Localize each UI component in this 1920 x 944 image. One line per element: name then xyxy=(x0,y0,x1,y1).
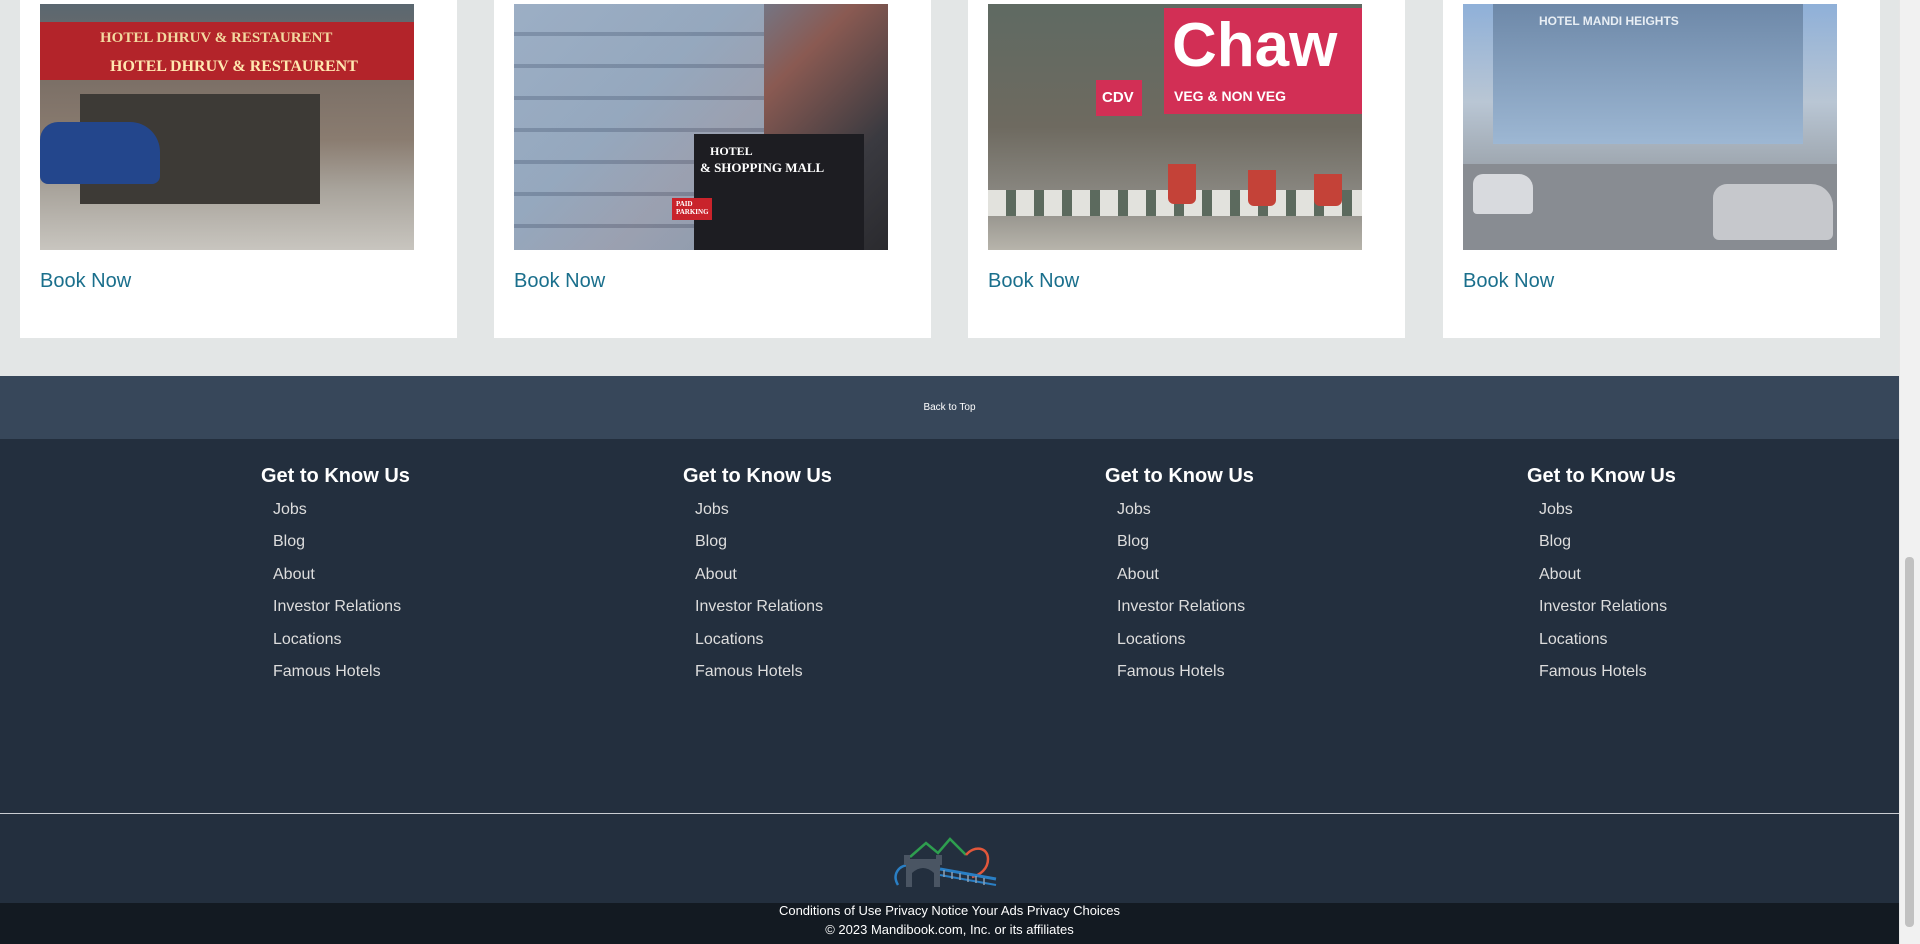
back-to-top-bar[interactable]: Back to Top xyxy=(0,376,1899,439)
footer-column: Get to Know Us Jobs Blog About Investor … xyxy=(261,464,410,688)
restaurant-sign-text: Chaw xyxy=(1172,11,1338,80)
conditions-of-use-link[interactable]: Conditions of Use xyxy=(779,903,882,918)
footer-link-blog[interactable]: Blog xyxy=(1539,526,1676,558)
book-now-link[interactable]: Book Now xyxy=(514,270,605,293)
hotel-sign-text: & SHOPPING MALL xyxy=(700,160,825,175)
footer-column-title: Get to Know Us xyxy=(1527,465,1676,487)
page-scrollbar[interactable] xyxy=(1899,0,1920,944)
footer-column: Get to Know Us Jobs Blog About Investor … xyxy=(1527,464,1676,688)
ads-privacy-choices-link[interactable]: Your Ads Privacy Choices xyxy=(972,903,1120,918)
cdv-sign: CDV xyxy=(1096,80,1142,116)
footer-link-jobs[interactable]: Jobs xyxy=(1539,494,1676,526)
footer-link-locations[interactable]: Locations xyxy=(1539,624,1676,656)
footer-logo-band xyxy=(0,814,1899,903)
footer-link-blog[interactable]: Blog xyxy=(1117,526,1254,558)
footer-column-title: Get to Know Us xyxy=(683,465,832,487)
plant-pot xyxy=(1168,164,1196,204)
hotel-card: Chaw VEG & NON VEG CDV Book Now xyxy=(968,0,1405,338)
hotel-photo[interactable]: HOTEL DHRUV & RESTAURENT HOTEL DHRUV & R… xyxy=(40,4,414,250)
parking-sign: PAID PARKING xyxy=(672,198,712,220)
footer-link-blog[interactable]: Blog xyxy=(695,526,832,558)
parking-sign-text: PAID PARKING xyxy=(676,200,709,216)
footer-link-investor-relations[interactable]: Investor Relations xyxy=(273,591,410,623)
back-to-top-label[interactable]: Back to Top xyxy=(923,402,975,413)
hotel-card: HOTEL & SHOPPING MALL PAID PARKING Book … xyxy=(494,0,931,338)
footer-links-section: Get to Know Us Jobs Blog About Investor … xyxy=(0,439,1899,814)
footer-link-famous-hotels[interactable]: Famous Hotels xyxy=(1117,656,1254,688)
car xyxy=(1473,174,1533,214)
footer-link-locations[interactable]: Locations xyxy=(1117,624,1254,656)
footer-link-investor-relations[interactable]: Investor Relations xyxy=(695,591,832,623)
hotel-photo[interactable]: HOTEL & SHOPPING MALL PAID PARKING xyxy=(514,4,888,250)
restaurant-sign-text: VEG & NON VEG xyxy=(1174,88,1287,104)
footer-column: Get to Know Us Jobs Blog About Investor … xyxy=(1105,464,1254,688)
plant-pot xyxy=(1248,170,1276,206)
footer-column-title: Get to Know Us xyxy=(261,465,410,487)
car xyxy=(1713,184,1833,240)
footer-link-about[interactable]: About xyxy=(273,559,410,591)
footer-link-about[interactable]: About xyxy=(1539,559,1676,591)
footer-link-famous-hotels[interactable]: Famous Hotels xyxy=(695,656,832,688)
legal-links: Conditions of Use Privacy Notice Your Ad… xyxy=(0,903,1899,919)
footer-link-locations[interactable]: Locations xyxy=(695,624,832,656)
hotel-sign-text: HOTEL MANDI HEIGHTS xyxy=(1539,14,1679,28)
hotel-cards-section: HOTEL DHRUV & RESTAURENT HOTEL DHRUV & R… xyxy=(0,0,1899,357)
copyright-text: © 2023 Mandibook.com, Inc. or its affili… xyxy=(825,922,1074,937)
car xyxy=(40,122,160,184)
hotel-sign-text: HOTEL DHRUV & RESTAURENT xyxy=(100,30,333,46)
hotel-card: HOTEL MANDI HEIGHTS Book Now xyxy=(1443,0,1880,338)
plant-pot xyxy=(1314,174,1342,206)
hotel-card: HOTEL DHRUV & RESTAURENT HOTEL DHRUV & R… xyxy=(20,0,457,338)
hotel-photo[interactable]: HOTEL MANDI HEIGHTS xyxy=(1463,4,1837,250)
footer-link-locations[interactable]: Locations xyxy=(273,624,410,656)
footer-link-investor-relations[interactable]: Investor Relations xyxy=(1539,591,1676,623)
book-now-link[interactable]: Book Now xyxy=(40,270,131,293)
footer-link-famous-hotels[interactable]: Famous Hotels xyxy=(1539,656,1676,688)
privacy-notice-link[interactable]: Privacy Notice xyxy=(885,903,968,918)
footer-link-investor-relations[interactable]: Investor Relations xyxy=(1117,591,1254,623)
hotel-sign-text: HOTEL DHRUV & RESTAURENT xyxy=(110,58,358,75)
footer-link-blog[interactable]: Blog xyxy=(273,526,410,558)
footer-link-jobs[interactable]: Jobs xyxy=(695,494,832,526)
footer-column-title: Get to Know Us xyxy=(1105,465,1254,487)
book-now-link[interactable]: Book Now xyxy=(988,270,1079,293)
hotel-photo[interactable]: Chaw VEG & NON VEG CDV xyxy=(988,4,1362,250)
cdv-sign-text: CDV xyxy=(1102,89,1134,106)
mandibook-logo-icon[interactable] xyxy=(888,835,1006,893)
footer-link-jobs[interactable]: Jobs xyxy=(1117,494,1254,526)
footer-link-about[interactable]: About xyxy=(695,559,832,591)
footer-link-about[interactable]: About xyxy=(1117,559,1254,591)
hotel-sign-text: HOTEL xyxy=(710,144,753,158)
footer-link-famous-hotels[interactable]: Famous Hotels xyxy=(273,656,410,688)
bottom-legal-bar: Conditions of Use Privacy Notice Your Ad… xyxy=(0,903,1899,944)
footer-column: Get to Know Us Jobs Blog About Investor … xyxy=(683,464,832,688)
scrollbar-thumb[interactable] xyxy=(1905,557,1914,927)
book-now-link[interactable]: Book Now xyxy=(1463,270,1554,293)
footer-link-jobs[interactable]: Jobs xyxy=(273,494,410,526)
